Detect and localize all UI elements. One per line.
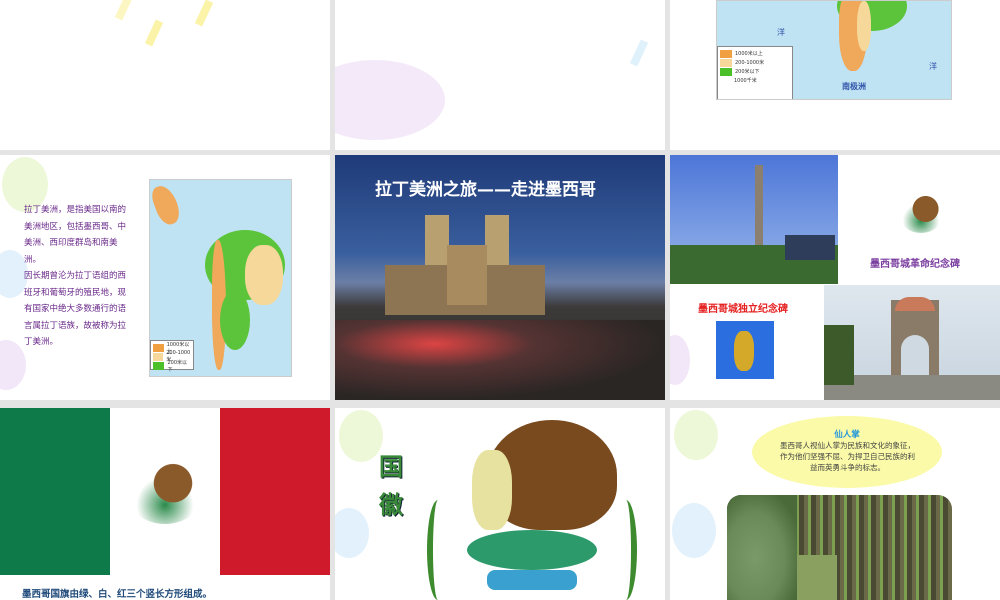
decoration-balloon bbox=[335, 508, 369, 558]
ocean-label: 洋 bbox=[777, 28, 785, 37]
plaza-photo bbox=[335, 320, 665, 400]
decoration-ray bbox=[114, 0, 134, 21]
independence-caption: 墨西哥城独立纪念碑 bbox=[698, 304, 788, 315]
revolution-monument-photo bbox=[824, 285, 1000, 400]
slide-latin-america[interactable]: 拉丁美洲，是指美国以南的美洲地区，包括墨西哥、中美洲、西印度群岛和南美洲。 因长… bbox=[0, 155, 330, 400]
slide-title[interactable]: 拉丁美洲之旅——走进墨西哥 bbox=[335, 155, 665, 400]
emblem-title: 国徽 bbox=[379, 453, 403, 519]
map-legend: 1000米以上 200-1000米 200米以下 bbox=[150, 340, 194, 373]
decoration-balloon bbox=[672, 503, 716, 558]
mexico-emblem-icon bbox=[427, 420, 637, 600]
ocean-label: 洋 bbox=[929, 62, 937, 71]
latin-america-map: 1000米以上 200-1000米 200米以下 bbox=[149, 179, 292, 377]
slide-top-right[interactable]: 洋 洋 南极洲 1000米以上 200-1000米 200米以下 1000千米 bbox=[670, 0, 1000, 150]
south-america-map: 洋 洋 南极洲 1000米以上 200-1000米 200米以下 1000千米 bbox=[716, 0, 952, 100]
antarctica-label: 南极洲 bbox=[842, 82, 866, 91]
decoration-balloon bbox=[335, 60, 445, 140]
decoration-balloon bbox=[0, 340, 26, 390]
cactus-text: 墨西哥人视仙人掌为民族和文化的象征，作为他们坚强不屈、为捍卫自己民族的利益而英勇… bbox=[780, 441, 915, 472]
cathedral-photo bbox=[385, 205, 545, 315]
decoration-ray bbox=[629, 39, 649, 67]
flag-red-stripe bbox=[220, 408, 330, 575]
slide-emblem[interactable]: 国徽 bbox=[335, 408, 665, 600]
revolution-caption: 墨西哥城革命纪念碑 bbox=[870, 259, 960, 270]
slide-title-text: 拉丁美洲之旅——走进墨西哥 bbox=[375, 180, 596, 200]
latin-america-text: 拉丁美洲，是指美国以南的美洲地区，包括墨西哥、中美洲、西印度群岛和南美洲。 因长… bbox=[24, 205, 127, 347]
slide-top-left[interactable] bbox=[0, 0, 330, 150]
slide-cactus[interactable]: 仙人掌 墨西哥人视仙人掌为民族和文化的象征，作为他们坚强不屈、为捍卫自己民族的利… bbox=[670, 408, 1000, 600]
decoration-balloon bbox=[674, 410, 718, 460]
independence-monument-photo bbox=[670, 155, 838, 284]
decoration-balloon bbox=[670, 335, 690, 385]
flag-green-stripe bbox=[0, 408, 110, 575]
flag-caption: 墨西哥国旗由绿、白、红三个竖长方形组成。 bbox=[22, 589, 213, 600]
cactus-title: 仙人掌 bbox=[834, 430, 860, 440]
slide-flag[interactable]: 墨西哥国旗由绿、白、红三个竖长方形组成。 bbox=[0, 408, 330, 600]
angel-statue-photo bbox=[716, 321, 774, 379]
decoration-balloon bbox=[339, 410, 383, 462]
cactus-fence-photo bbox=[727, 495, 952, 600]
decoration-ray bbox=[144, 19, 164, 47]
map-legend: 1000米以上 200-1000米 200米以下 1000千米 bbox=[717, 46, 793, 99]
slide-top-middle[interactable] bbox=[335, 0, 665, 150]
mexico-emblem-icon bbox=[125, 456, 205, 524]
mexico-emblem-icon bbox=[898, 193, 944, 233]
decoration-ray bbox=[194, 0, 214, 27]
slide-monuments[interactable]: 墨西哥城革命纪念碑 墨西哥城独立纪念碑 bbox=[670, 155, 1000, 400]
